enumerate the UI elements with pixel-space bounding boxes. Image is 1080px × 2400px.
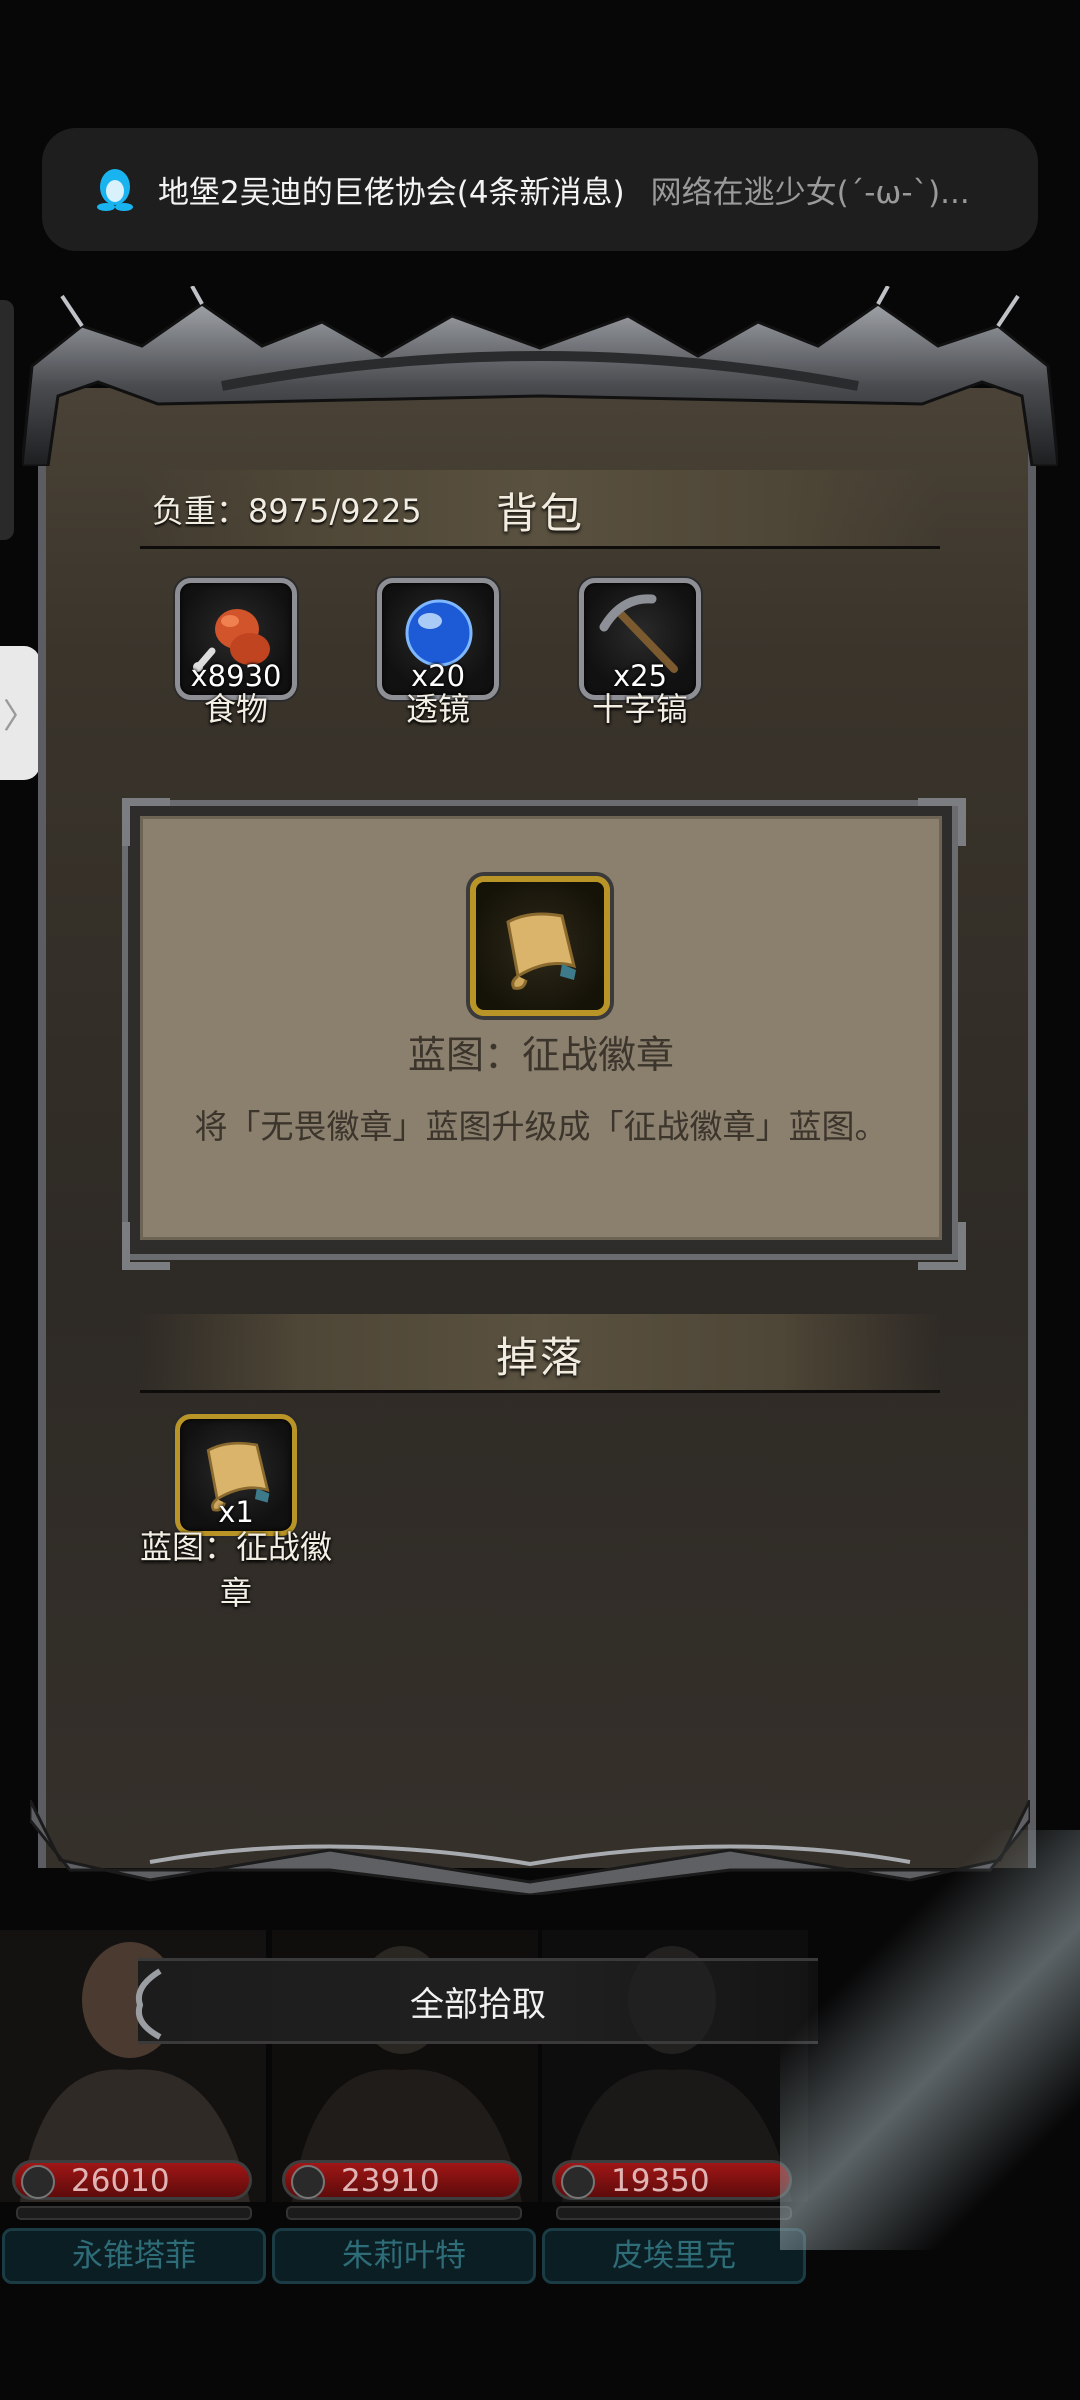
backpack-title: 背包 xyxy=(495,489,584,538)
shield-icon xyxy=(21,2165,55,2199)
item-label-pickaxe: 十字镐 xyxy=(591,690,688,728)
qq-penguin-icon xyxy=(97,168,133,211)
hero-sub-bar xyxy=(286,2206,522,2220)
ornate-frame-bottom xyxy=(30,1800,1030,1895)
hero-sub-bar xyxy=(556,2206,792,2220)
drop-label-blueprint: 蓝图：征战徽章 xyxy=(139,1528,332,1612)
notification-title: 地堡2吴迪的巨佬协会(4条新消息) xyxy=(158,175,625,211)
drop-slot-blueprint[interactable]: x1 xyxy=(175,1414,297,1536)
side-edge-tab[interactable]: 〉 xyxy=(0,646,40,780)
hero-name-plate[interactable]: 永锥塔菲 xyxy=(2,2228,266,2284)
detail-item-title: 蓝图：征战徽章 xyxy=(407,1033,674,1077)
chevron-right-icon: 〉 xyxy=(3,696,37,737)
notification-message: 网络在逃少女(´-ω-`)... xyxy=(650,175,970,211)
card-corner-ornament xyxy=(122,798,170,846)
hero-sub-bar xyxy=(16,2206,252,2220)
item-label-lens: 透镜 xyxy=(405,690,470,728)
detail-item-icon-frame xyxy=(470,876,610,1016)
ornate-frame-top xyxy=(22,286,1058,466)
shield-icon xyxy=(291,2165,325,2199)
item-slot-lens[interactable]: x20 xyxy=(377,578,499,700)
card-corner-ornament xyxy=(918,1222,966,1270)
hero-name-plate[interactable]: 朱莉叶特 xyxy=(272,2228,536,2284)
card-corner-ornament xyxy=(122,1222,170,1270)
pickup-all-label: 全部拾取 xyxy=(410,1984,546,2025)
notification-banner[interactable]: 地堡2吴迪的巨佬协会(4条新消息) 网络在逃少女(´-ω-`)... xyxy=(42,128,1038,251)
item-slot-pickaxe[interactable]: x25 xyxy=(579,578,701,700)
hero-name-plate[interactable]: 皮埃里克 xyxy=(542,2228,806,2284)
scroll-icon xyxy=(506,912,577,990)
hook-ornament-icon xyxy=(136,1968,162,2040)
detail-item-description: 将「无畏徽章」蓝图升级成「征战徽章」蓝图。 xyxy=(194,1107,888,1146)
shield-icon xyxy=(561,2165,595,2199)
item-label-food: 食物 xyxy=(203,690,268,728)
hero-hp-bar: 23910 xyxy=(282,2160,522,2200)
hero-hp-value: 19350 xyxy=(611,2163,710,2199)
hero-hp-value: 26010 xyxy=(71,2163,170,2199)
item-slot-food[interactable]: x8930 xyxy=(175,578,297,700)
hero-hp-bar: 26010 xyxy=(12,2160,252,2200)
hero-hp-value: 23910 xyxy=(341,2163,440,2199)
hero-hp-bar: 19350 xyxy=(552,2160,792,2200)
drops-title: 掉落 xyxy=(495,1333,584,1382)
pickup-all-button[interactable]: 全部拾取 xyxy=(136,1958,818,2044)
card-corner-ornament xyxy=(918,798,966,846)
